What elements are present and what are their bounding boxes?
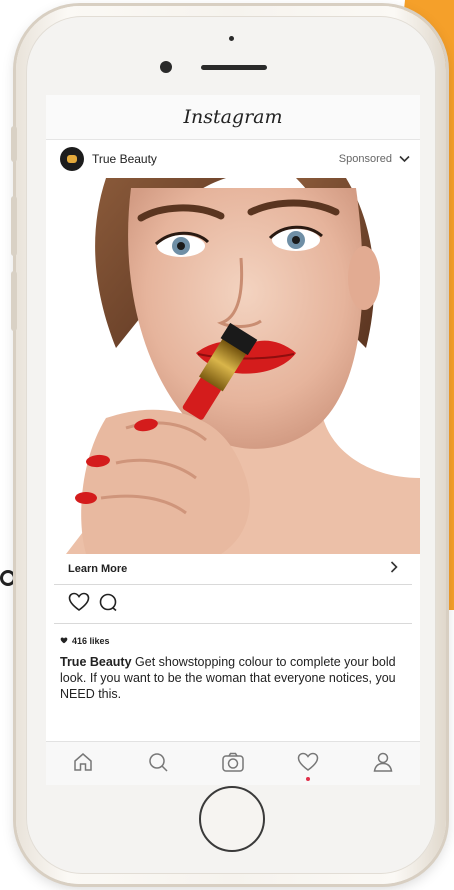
- likes-row: 416 likes: [46, 630, 420, 652]
- caption-author[interactable]: True Beauty: [60, 655, 132, 669]
- model-photo: [46, 178, 420, 554]
- heart-filled-icon: [60, 636, 68, 646]
- side-button: [11, 126, 17, 162]
- post-image[interactable]: [46, 178, 420, 554]
- search-icon: [147, 751, 169, 778]
- learn-more-button[interactable]: Learn More: [68, 563, 127, 575]
- nav-camera[interactable]: [211, 744, 255, 784]
- sponsored-label: Sponsored: [338, 153, 392, 165]
- account-name[interactable]: True Beauty: [92, 152, 339, 166]
- heart-icon: [297, 752, 319, 777]
- volume-up-button: [11, 196, 17, 256]
- post-header: True Beauty Sponsored: [46, 140, 420, 178]
- nav-search[interactable]: [136, 744, 180, 784]
- post-actions: [54, 585, 412, 624]
- heart-icon[interactable]: [68, 592, 90, 617]
- phone-screen: Instagram True Beauty Sponsored Learn Mo…: [46, 95, 420, 785]
- volume-down-button: [11, 271, 17, 331]
- camera-icon: [221, 751, 245, 778]
- likes-count[interactable]: 416 likes: [72, 636, 110, 646]
- home-icon: [72, 751, 94, 778]
- front-camera: [160, 61, 172, 73]
- notification-dot: [305, 777, 310, 781]
- avatar[interactable]: [60, 147, 84, 171]
- profile-icon: [372, 751, 394, 778]
- nav-profile[interactable]: [361, 744, 405, 784]
- bottom-nav: [46, 741, 420, 785]
- comment-icon[interactable]: [98, 592, 118, 617]
- decorative-dot: [0, 570, 16, 586]
- front-sensor: [229, 36, 234, 41]
- nav-activity[interactable]: [286, 744, 330, 784]
- chevron-right-icon[interactable]: [390, 560, 398, 578]
- nav-home[interactable]: [61, 744, 105, 784]
- app-header: Instagram: [46, 95, 420, 140]
- stage: Instagram True Beauty Sponsored Learn Mo…: [0, 0, 454, 890]
- instagram-logo: Instagram: [183, 106, 283, 128]
- post-caption: True Beauty Get showstopping colour to c…: [46, 652, 420, 702]
- home-button[interactable]: [199, 786, 265, 852]
- earpiece-speaker: [201, 65, 267, 70]
- chevron-down-icon[interactable]: [398, 153, 410, 165]
- learn-more-row[interactable]: Learn More: [54, 554, 412, 585]
